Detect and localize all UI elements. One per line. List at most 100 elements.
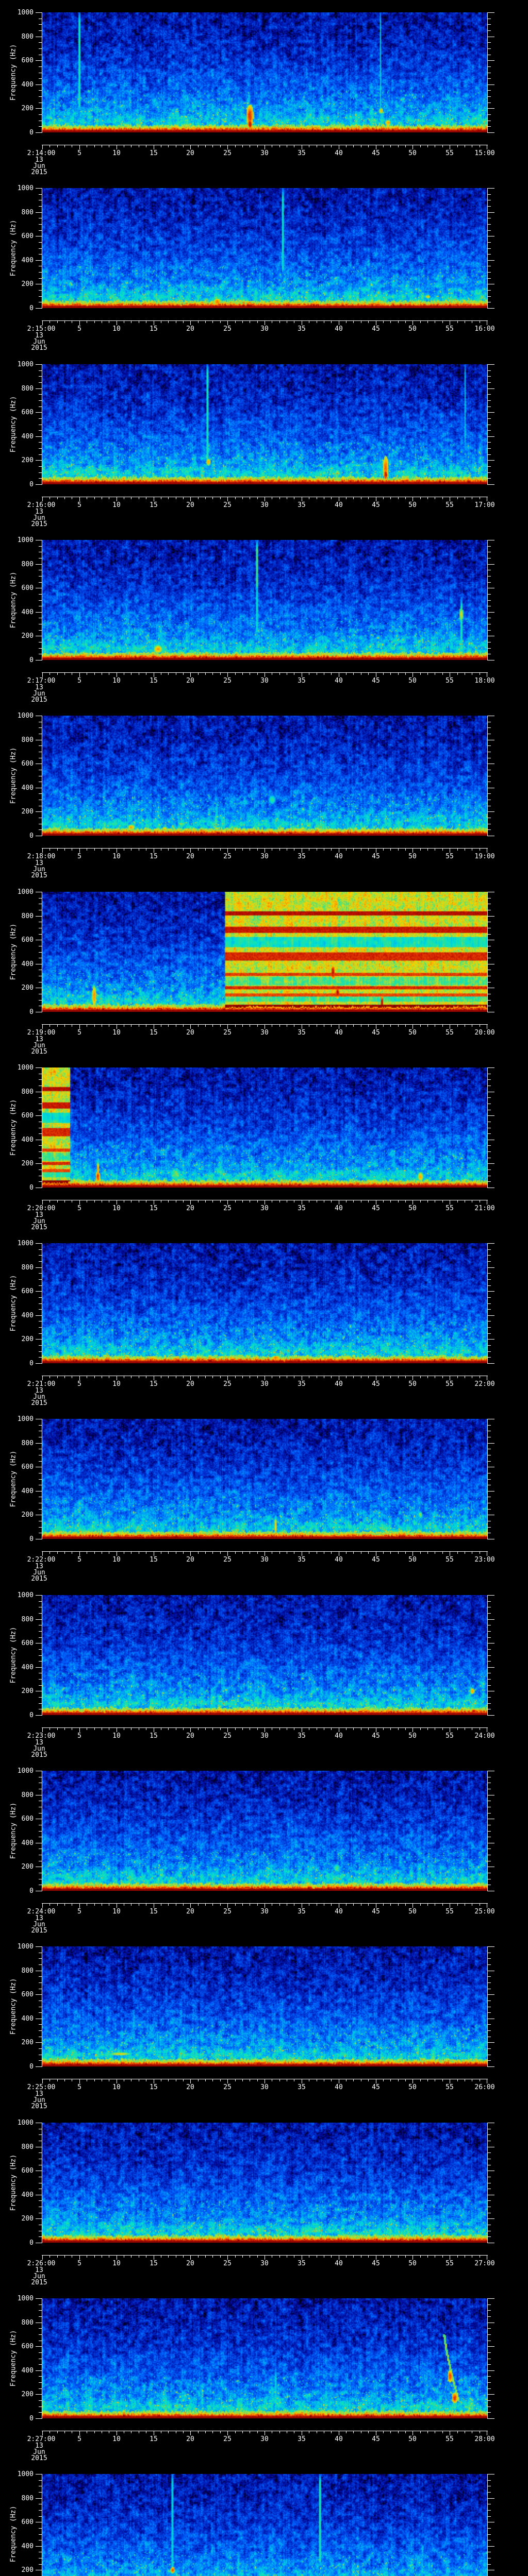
- y-tick: [39, 1461, 42, 1462]
- y-tick: [488, 1685, 491, 1686]
- y-tick: [36, 1363, 42, 1364]
- y-tick: [488, 1479, 491, 1480]
- y-tick: [488, 1273, 491, 1274]
- y-tick: [488, 1291, 494, 1292]
- x-axis-end-time: 23:00: [474, 1556, 495, 1564]
- x-tick-label: 20: [186, 1029, 194, 1037]
- y-tick: [488, 648, 491, 649]
- y-tick: [39, 1351, 42, 1352]
- spectrogram-image: [42, 892, 487, 1012]
- y-tick-label: 200: [21, 2566, 34, 2574]
- x-tick: [168, 1376, 169, 1378]
- y-tick: [488, 1267, 494, 1268]
- y-tick: [488, 1595, 494, 1596]
- y-tick-label: 400: [21, 81, 34, 89]
- x-tick: [368, 673, 369, 675]
- spectrogram-panel: Frequency (Hz) 0 200 400 600 800 1000 5 10 15 20 25…: [0, 0, 528, 176]
- y-tick: [39, 1097, 42, 1098]
- x-tick: [368, 2431, 369, 2433]
- y-tick: [39, 466, 42, 467]
- y-tick: [488, 382, 491, 383]
- y-tick: [39, 546, 42, 547]
- y-tick: [39, 1285, 42, 1286]
- spectrogram-image: [42, 1419, 487, 1539]
- y-tick-label: 600: [21, 936, 34, 944]
- x-axis-end-time: 21:00: [474, 1205, 495, 1212]
- x-tick: [353, 2256, 354, 2258]
- y-tick: [488, 1261, 491, 1262]
- y-tick: [488, 2388, 491, 2389]
- y-tick: [488, 484, 494, 485]
- y-tick: [39, 2480, 42, 2481]
- x-tick: [405, 1552, 406, 1554]
- y-tick: [488, 600, 491, 601]
- y-tick: [488, 1637, 491, 1638]
- x-tick: [227, 1904, 228, 1908]
- x-tick-label: 10: [112, 325, 121, 333]
- y-tick: [488, 829, 491, 830]
- x-tick-label: 20: [186, 1556, 194, 1564]
- x-tick-label: 10: [112, 1556, 121, 1564]
- y-tick: [39, 400, 42, 401]
- x-tick: [64, 1376, 65, 1378]
- x-tick-label: 30: [260, 1380, 269, 1388]
- x-tick: [257, 1728, 258, 1730]
- x-tick: [94, 497, 95, 499]
- y-tick: [36, 2498, 42, 2499]
- y-tick: [39, 1261, 42, 1262]
- x-tick: [353, 497, 354, 499]
- x-tick: [79, 145, 80, 149]
- y-tick: [36, 1315, 42, 1316]
- x-tick: [64, 673, 65, 675]
- x-tick-label: 55: [446, 2435, 454, 2443]
- x-tick: [420, 2256, 421, 2258]
- x-tick-label: 45: [372, 2260, 380, 2267]
- x-tick-label: 50: [408, 1556, 417, 1564]
- y-tick: [39, 114, 42, 115]
- x-tick: [198, 849, 199, 851]
- x-tick: [242, 321, 243, 323]
- y-tick: [39, 230, 42, 231]
- x-tick-label: 45: [372, 1556, 380, 1564]
- x-tick: [390, 1904, 391, 1906]
- x-tick: [42, 2256, 43, 2260]
- x-tick: [235, 1376, 236, 1378]
- x-tick-label: 50: [408, 1732, 417, 1740]
- x-tick: [427, 497, 428, 499]
- x-tick: [390, 1552, 391, 1554]
- x-tick: [94, 849, 95, 851]
- y-tick: [488, 630, 491, 631]
- x-tick: [42, 2079, 43, 2083]
- y-tick: [488, 2048, 491, 2049]
- x-tick: [442, 2079, 443, 2081]
- y-tick: [488, 2316, 491, 2317]
- x-tick: [64, 2079, 65, 2081]
- y-tick: [488, 66, 491, 67]
- x-tick: [353, 1200, 354, 1202]
- x-tick: [64, 145, 65, 147]
- y-tick: [36, 132, 42, 133]
- y-tick: [488, 1181, 491, 1182]
- x-tick: [235, 497, 236, 499]
- y-tick-label: 0: [29, 304, 34, 312]
- spectrogram-panel: Frequency (Hz) 0 200 400 600 800 1000 5 10 15 20 25…: [0, 879, 528, 1055]
- x-tick: [57, 497, 58, 499]
- y-tick: [488, 364, 494, 365]
- x-tick: [168, 673, 169, 675]
- x-tick: [220, 673, 221, 675]
- y-tick: [36, 1267, 42, 1268]
- spectrogram-panel: Frequency (Hz) 0 200 400 600 800 1000 5 10 15 20 25…: [0, 1583, 528, 1758]
- x-tick: [368, 321, 369, 323]
- x-tick: [427, 145, 428, 147]
- x-tick: [420, 145, 421, 147]
- y-tick: [39, 2328, 42, 2329]
- x-tick: [198, 145, 199, 147]
- x-tick-label: 30: [260, 853, 269, 860]
- y-tick: [39, 1661, 42, 1662]
- y-tick: [36, 12, 42, 13]
- x-tick: [183, 2256, 184, 2258]
- y-tick: [39, 2376, 42, 2377]
- x-tick: [57, 2256, 58, 2258]
- x-tick: [331, 673, 332, 675]
- y-tick: [488, 1357, 491, 1358]
